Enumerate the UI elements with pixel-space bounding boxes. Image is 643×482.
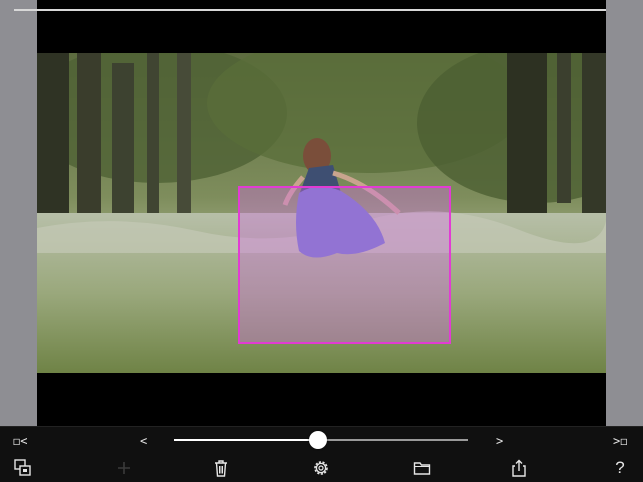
layers-icon[interactable] [13,458,33,478]
previous-frame-button[interactable]: < [140,434,147,448]
trash-icon[interactable] [211,458,231,478]
timeline-top-bar [14,9,606,11]
timeline-slider-thumb[interactable] [309,431,328,449]
video-editor-app: ◻< >◻ < > ? [0,0,643,482]
trim-end-button[interactable]: >◻ [613,434,627,448]
trim-start-button[interactable]: ◻< [13,434,27,448]
timeline-slider-fill [174,439,319,441]
share-icon[interactable] [509,458,529,478]
selection-rectangle[interactable] [238,186,451,344]
folder-icon[interactable] [412,458,432,478]
gear-icon[interactable] [311,458,331,478]
help-icon[interactable]: ? [612,458,628,478]
right-gutter [606,0,643,426]
plus-icon [114,458,134,478]
next-frame-button[interactable]: > [496,434,503,448]
left-gutter [0,0,37,426]
